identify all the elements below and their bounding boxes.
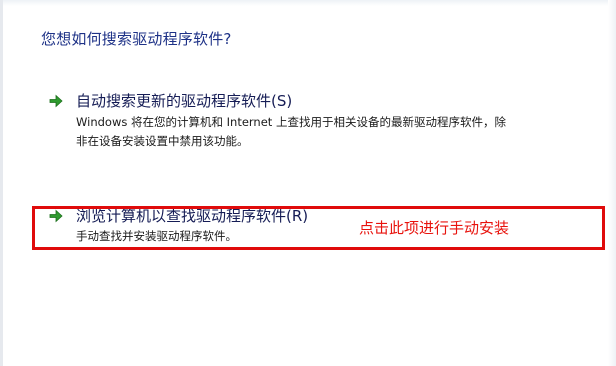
green-arrow-icon [49,94,63,108]
auto-search-title: 自动搜索更新的驱动程序软件(S) [76,92,293,110]
dialog-left-edge [0,0,3,366]
annotation-highlight-box [32,206,605,250]
dialog-right-edge [608,0,616,366]
dialog-top-edge [0,0,616,6]
annotation-text: 点击此项进行手动安装 [359,219,510,237]
auto-search-option[interactable]: 自动搜索更新的驱动程序软件(S) Windows 将在您的计算机和 Intern… [48,90,548,150]
auto-search-description: Windows 将在您的计算机和 Internet 上查找用于相关设备的最新驱动… [76,115,506,148]
page-title: 您想如何搜索驱动程序软件? [41,30,232,48]
